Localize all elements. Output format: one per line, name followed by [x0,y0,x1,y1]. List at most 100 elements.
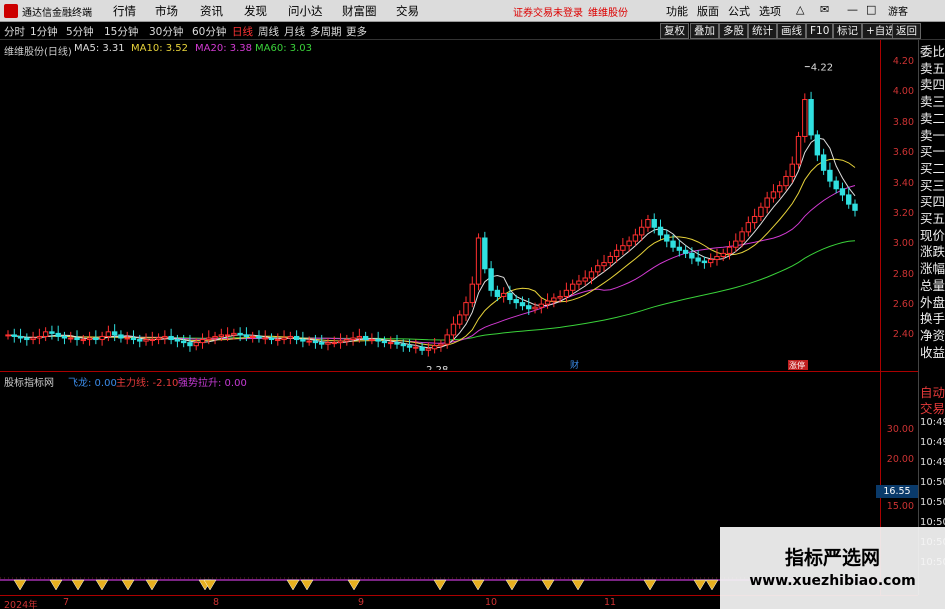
candle-body [174,339,181,342]
trade-time: 10:50 [920,497,945,508]
signal-marker-icon [145,579,159,591]
quote-field: 涨跌 [920,244,945,260]
menu-hangqing[interactable]: 行情 [113,3,136,19]
candle-body [105,331,112,337]
menu-jiaoyi[interactable]: 交易 [396,3,419,19]
limit-up-marker: 涨停 [789,360,805,370]
btn-f10[interactable]: F10 [806,23,834,39]
tf-fenshi[interactable]: 分时 [4,24,25,39]
signal-marker-icon [300,579,314,591]
candle-body [218,334,225,337]
kline-chart-area[interactable]: 维维股份(日线) MA5: 3.31 MA10: 3.52 MA20: 3.38… [0,40,880,370]
candle-body [601,262,607,267]
btn-huaxian[interactable]: 画线 [777,23,806,39]
maximize-icon[interactable]: □ [866,3,876,16]
candle-body [344,339,350,342]
candle-body [839,188,846,196]
shirt-icon[interactable]: △ [796,3,804,16]
candle-body [576,280,582,285]
candle-body [68,337,74,340]
menu-faxian[interactable]: 发现 [244,3,267,19]
trade-label[interactable]: 交易 [920,401,945,416]
quote-panel: 委比 卖五 卖四 卖三 卖二 卖一 买一 买二 买三 买四 买五 现价 涨跌 涨幅 总量 外盘 换手 净资 收益 自动… [918,40,945,595]
quote-field: 委比 [920,44,945,59]
btn-duogu[interactable]: 多股 [719,23,748,39]
low-price-label: 2.28 [426,365,448,370]
alert-stock[interactable]: 维维股份 [588,4,628,19]
price-tick: 3.00 [892,238,914,249]
menu-banmian[interactable]: 版面 [697,3,719,19]
candle-body [413,346,419,349]
candle-body [111,331,118,336]
candle-body [638,226,645,236]
quote-field: 卖二 [920,110,945,126]
candle-body [431,345,438,350]
candle-body [124,337,130,340]
message-icon[interactable]: ✉ [820,3,829,16]
btn-tongji[interactable]: 统计 [748,23,777,39]
quote-field: 换手 [920,311,945,327]
candle-body [513,299,519,304]
menu-gongshi[interactable]: 公式 [728,3,750,19]
tf-1min[interactable]: 1分钟 [30,24,58,39]
menu-caifuquan[interactable]: 财富圈 [342,3,377,19]
tf-30min[interactable]: 30分钟 [149,24,183,39]
candle-body [676,246,683,251]
auto-trade-label[interactable]: 自动 [920,385,945,400]
candle-body [193,342,199,347]
kline-svg: 4.22 2.28 财 涨停 [5,63,858,370]
candle-body [249,335,256,338]
candle-body [500,292,507,297]
candle-body [657,226,664,236]
ind-tick: 30.00 [886,424,914,435]
tf-weekly[interactable]: 周线 [258,24,279,39]
menu-wenxiaoda[interactable]: 问小达 [288,3,323,19]
candle-body [243,334,250,337]
menu-xuanxiang[interactable]: 选项 [759,3,781,19]
guest-label[interactable]: 游客 [888,3,908,18]
candle-body [356,335,363,339]
signal-marker-icon [13,579,27,591]
ma5-line [7,137,856,349]
high-price-label: 4.22 [811,63,833,74]
candle-body [488,268,494,291]
candle-body [262,337,268,340]
candle-body [118,334,124,339]
tf-60min[interactable]: 60分钟 [192,24,226,39]
candle-body [224,334,231,337]
trade-time: 10:49 [920,437,945,448]
candle-body [61,335,68,339]
btn-diejia[interactable]: 叠加 [690,23,719,39]
candle-body [369,339,375,342]
login-alert[interactable]: 证券交易未登录 [513,4,583,19]
date-label: 2024年 [4,600,38,609]
menu-gongneng[interactable]: 功能 [666,3,688,19]
trade-time: 10:50 [920,477,945,488]
candle-body [388,342,394,345]
candle-body [36,335,43,339]
minimize-icon[interactable]: — [847,3,858,16]
tf-more[interactable]: 更多 [346,24,367,39]
btn-fuquan[interactable]: 复权 [660,23,689,39]
candle-body [425,348,432,351]
candle-body [814,134,821,156]
tf-15min[interactable]: 15分钟 [104,24,138,39]
price-tick: 2.60 [892,299,914,310]
signal-marker-icon [541,579,555,591]
tf-daily[interactable]: 日线 [232,24,253,39]
quote-field: 买五 [920,211,945,226]
tf-5min[interactable]: 5分钟 [66,24,94,39]
trade-time: 10:49 [920,457,945,468]
price-tick: 4.00 [892,86,914,97]
candle-body [206,337,212,341]
tf-multi[interactable]: 多周期 [310,24,342,39]
btn-fanhui[interactable]: 返回 [892,23,921,39]
candle-body [187,342,193,347]
candle-body [287,335,294,339]
menu-shichang[interactable]: 市场 [155,3,178,19]
tf-monthly[interactable]: 月线 [284,24,305,39]
quote-field: 买三 [920,177,945,193]
btn-biaoji[interactable]: 标记 [833,23,862,39]
candle-body [42,331,49,337]
menu-zixun[interactable]: 资讯 [200,3,223,19]
